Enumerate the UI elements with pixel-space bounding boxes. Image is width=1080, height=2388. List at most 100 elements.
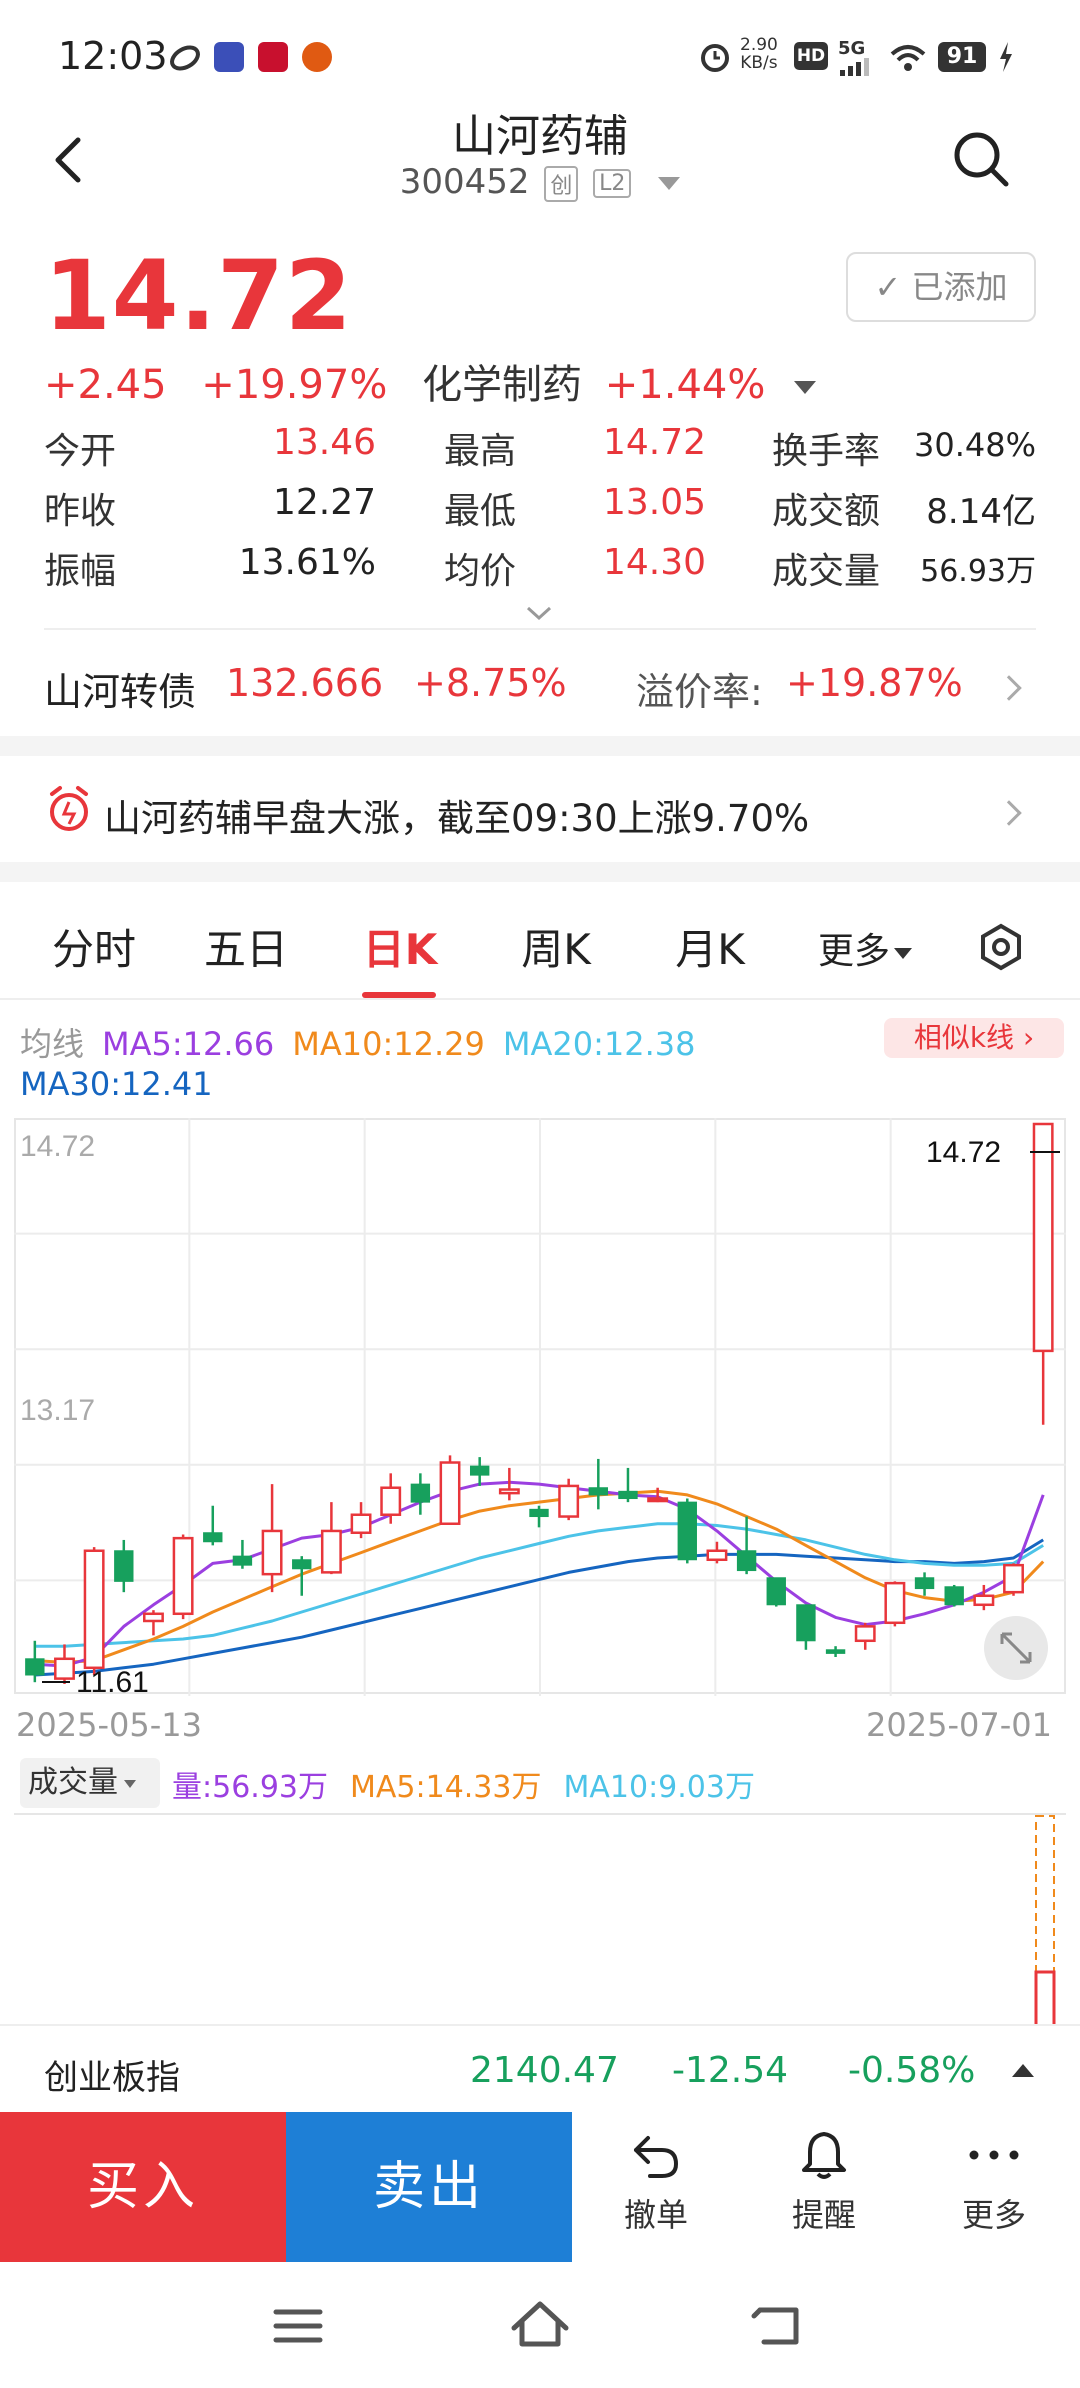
- bond-name: 山河转债: [44, 670, 197, 714]
- candle: [766, 1577, 786, 1607]
- check-icon: ✓: [874, 268, 902, 306]
- candle-body: [25, 1658, 45, 1676]
- candle: [914, 1572, 935, 1596]
- candle-body: [588, 1487, 609, 1496]
- candle-body: [261, 1529, 283, 1576]
- cancel-order-label: 撤单: [623, 2196, 688, 2234]
- app-notification-icon: [214, 42, 244, 72]
- candle-body: [172, 1536, 194, 1616]
- tab-intraday[interactable]: 分时: [44, 916, 144, 977]
- sell-button[interactable]: 卖出: [286, 2112, 572, 2262]
- news-alert-row[interactable]: 山河药辅早盘大涨，截至09:30上涨9.70%: [44, 780, 1036, 840]
- section-gap: [0, 862, 1080, 882]
- turnover-label: 换手率: [772, 431, 881, 472]
- caret-down-icon: [658, 177, 681, 190]
- added-label: 已添加: [911, 268, 1008, 306]
- ma-title: 均线: [20, 1025, 85, 1063]
- candle-body: [973, 1594, 995, 1607]
- fullscreen-button[interactable]: [984, 1616, 1048, 1680]
- amplitude-label: 振幅: [44, 551, 117, 592]
- tab-more-label: 更多: [817, 931, 890, 972]
- y-tick-label-mid: 13.17: [20, 1394, 95, 1427]
- amount-value: 8.14亿: [926, 492, 1036, 532]
- buy-button[interactable]: 买入: [0, 2112, 286, 2262]
- ma-legend[interactable]: 均线 MA5:12.66 MA10:12.29 MA20:12.38 MA30:12.…: [20, 1024, 900, 1104]
- status-bar: 12:03 2.90 KB/s HD 5G 91: [0, 0, 1080, 110]
- more-actions-button[interactable]: 更多: [914, 2130, 1074, 2236]
- candle: [825, 1646, 846, 1657]
- news-text: 山河药辅早盘大涨，截至09:30上涨9.70%: [104, 797, 810, 840]
- volume-selector-label: 成交量: [28, 1765, 118, 1800]
- index-change-pct: -0.58%: [848, 2050, 976, 2091]
- candle-body: [766, 1577, 786, 1606]
- avg-price-label: 均价: [444, 551, 517, 592]
- caret-down-icon[interactable]: [794, 380, 817, 394]
- volume-bar: [1034, 1970, 1056, 2024]
- tab-more[interactable]: 更多: [810, 922, 920, 974]
- premium-label: 溢价率:: [636, 670, 763, 714]
- tab-weekly-k[interactable]: 周K: [506, 916, 606, 977]
- candle-body: [498, 1488, 520, 1495]
- sector-change: +1.44%: [604, 362, 766, 408]
- search-button[interactable]: [950, 128, 1012, 190]
- tab-daily-k[interactable]: 日K: [350, 916, 450, 977]
- volume-indicator-selector[interactable]: 成交量: [20, 1758, 160, 1808]
- alarm-clock-icon: [50, 786, 88, 831]
- premium-value: +19.87%: [786, 661, 963, 705]
- candle-body: [914, 1577, 935, 1590]
- candle-body: [736, 1550, 757, 1572]
- candle-body: [380, 1486, 402, 1516]
- high-value: 14.72: [602, 422, 706, 463]
- candle-body: [439, 1461, 461, 1525]
- added-to-watchlist-button[interactable]: ✓ 已添加: [846, 252, 1036, 322]
- candle-body: [114, 1550, 134, 1582]
- candle: [677, 1498, 697, 1564]
- hd-badge: HD: [794, 42, 828, 70]
- wifi-icon: [890, 45, 926, 71]
- tab-five-day[interactable]: 五日: [196, 916, 296, 977]
- expand-chevron-icon[interactable]: [524, 604, 554, 622]
- open-label: 今开: [44, 431, 117, 472]
- ma5-value: MA5:12.66: [102, 1025, 275, 1063]
- y-tick-label-top: 14.72: [20, 1130, 95, 1163]
- candle: [172, 1534, 194, 1620]
- stock-code-row[interactable]: 300452 创 L2: [0, 162, 1080, 202]
- volume-ma5: MA5:14.33万: [350, 1770, 542, 1805]
- candle-body: [647, 1497, 669, 1503]
- index-ticker-bar[interactable]: 创业板指 2140.47 -12.54 -0.58%: [0, 2024, 1080, 2114]
- candle-body: [944, 1586, 964, 1606]
- volume-chart[interactable]: [14, 1812, 1066, 2024]
- caret-up-icon[interactable]: [1012, 2064, 1034, 2077]
- active-tab-indicator: [362, 992, 436, 998]
- index-value: 2140.47: [470, 2050, 619, 2091]
- alert-button[interactable]: 提醒: [744, 2130, 904, 2236]
- candle-body: [854, 1625, 876, 1643]
- cancel-order-button[interactable]: 撤单: [576, 2130, 736, 2236]
- home-icon[interactable]: [508, 2298, 572, 2352]
- low-value: 13.05: [602, 482, 706, 523]
- period-tabs: 分时 五日 日K 周K 月K 更多: [0, 900, 1080, 1000]
- alarm-icon: [701, 44, 729, 72]
- tab-monthly-k[interactable]: 月K: [660, 916, 760, 977]
- chevron-right-icon: ›: [1022, 1021, 1035, 1054]
- sector-name[interactable]: 化学制药: [422, 362, 582, 408]
- candle-body: [203, 1532, 223, 1543]
- divider: [44, 628, 1036, 630]
- candle: [410, 1473, 431, 1515]
- menu-icon[interactable]: [272, 2304, 324, 2348]
- candle: [469, 1457, 490, 1486]
- convertible-bond-row[interactable]: 山河转债 132.666 +8.75% 溢价率: +19.87%: [44, 655, 1036, 715]
- caret-down-icon: [894, 947, 912, 959]
- candlestick-chart[interactable]: 14.72 13.17 14.72 11.61: [14, 1118, 1066, 1696]
- settings-icon[interactable]: [976, 922, 1026, 972]
- app-notification-icon: [302, 42, 332, 72]
- similar-k-button[interactable]: 相似k线 ›: [884, 1018, 1064, 1058]
- l2-tag: L2: [593, 169, 632, 198]
- stock-name: 山河药辅: [452, 111, 628, 162]
- candle-body: [469, 1465, 490, 1476]
- candle-body: [825, 1649, 846, 1654]
- signal-icon: [840, 58, 869, 76]
- prev-close-value: 12.27: [272, 482, 376, 523]
- back-nav-icon[interactable]: [750, 2302, 806, 2350]
- candle-body: [83, 1549, 105, 1670]
